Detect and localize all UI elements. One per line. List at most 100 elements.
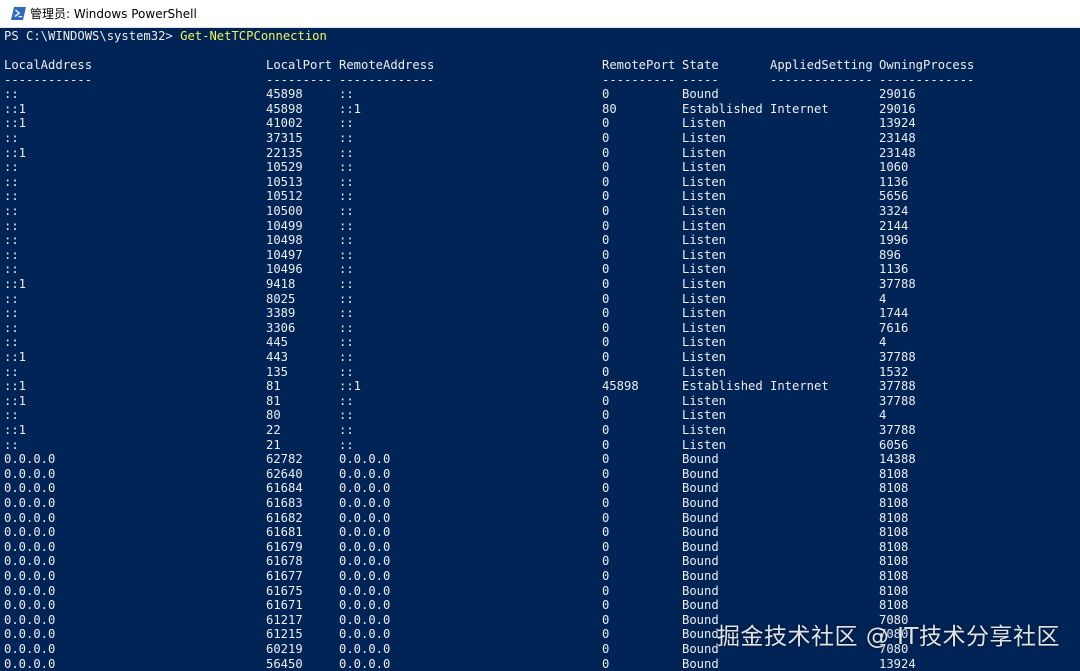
state-cell: Bound: [682, 656, 719, 671]
owning-process-cell: 1744: [879, 306, 909, 321]
local-port-cell: 61217: [266, 612, 303, 627]
remote-address-cell: 0.0.0.0: [339, 554, 391, 569]
owning-process-cell: 13924: [879, 116, 916, 131]
owning-process-cell: 14388: [879, 452, 916, 467]
remote-port-cell: 0: [602, 569, 610, 583]
remote-address-cell: ::: [339, 262, 354, 277]
state-cell: Listen: [682, 423, 727, 437]
remote-address-cell: 0.0.0.0: [339, 525, 391, 540]
local-port-cell: 62782: [266, 452, 303, 467]
state-cell: Listen: [682, 160, 727, 175]
state-cell: Listen: [682, 247, 727, 262]
remote-address-cell: 0.0.0.0: [339, 627, 391, 642]
remote-address-cell: ::: [339, 291, 354, 306]
state-cell: Bound: [682, 481, 719, 496]
owning-process-cell: 4: [879, 408, 887, 423]
state-cell: Listen: [682, 262, 727, 277]
local-port-cell: 61671: [266, 598, 303, 613]
state-cell: Bound: [682, 612, 719, 627]
local-port-cell: 445: [266, 335, 289, 350]
remote-address-cell: 0.0.0.0: [339, 656, 391, 671]
local-address-cell: ::1: [4, 423, 27, 437]
local-address-cell: ::1: [4, 116, 27, 131]
local-address-cell: ::: [4, 335, 19, 350]
remote-port-cell: 0: [602, 350, 610, 364]
state-cell: Listen: [682, 174, 727, 189]
remote-address-cell: ::: [339, 393, 354, 408]
local-address-cell: ::: [4, 204, 19, 218]
remote-port-cell: 0: [602, 145, 610, 160]
local-port-cell: 135: [266, 364, 289, 379]
remote-address-cell: ::: [339, 364, 354, 379]
console-output[interactable]: PS C:\WINDOWS\system32> Get-NetTCPConnec…: [0, 29, 1080, 671]
local-port-cell: 60219: [266, 642, 303, 656]
remote-port-cell: 0: [602, 160, 610, 175]
owning-process-cell: 23148: [879, 145, 916, 160]
remote-port-cell: 0: [602, 233, 610, 248]
state-cell: Listen: [682, 189, 727, 204]
local-port-cell: 37315: [266, 131, 303, 145]
local-address-cell: ::: [4, 160, 19, 175]
state-cell: Listen: [682, 131, 727, 145]
local-address-cell: 0.0.0.0: [4, 554, 56, 569]
local-address-cell: ::: [4, 437, 19, 452]
local-address-cell: 0.0.0.0: [4, 539, 56, 554]
state-cell: Listen: [682, 291, 727, 306]
owning-process-cell: -------------: [879, 72, 975, 87]
state-cell: Listen: [682, 116, 727, 131]
local-port-cell: 3389: [266, 306, 296, 321]
owning-process-cell: 8108: [879, 598, 909, 613]
remote-port-cell: ----------: [602, 72, 676, 87]
local-address-cell: ::1: [4, 379, 27, 394]
owning-process-cell: 37788: [879, 350, 916, 364]
remote-port-cell: 0: [602, 423, 610, 437]
remote-port-cell: 0: [602, 204, 610, 218]
remote-address-cell: 0.0.0.0: [339, 569, 391, 583]
remote-address-cell: ::: [339, 189, 354, 204]
local-address-cell: ::: [4, 131, 19, 145]
state-cell: Bound: [682, 554, 719, 569]
local-address-cell: ------------: [4, 72, 93, 87]
remote-address-cell: ::: [339, 247, 354, 262]
local-port-cell: LocalPort: [266, 58, 333, 72]
owning-process-cell: 896: [879, 247, 902, 262]
owning-process-cell: 13924: [879, 656, 916, 671]
remote-address-cell: ::: [339, 437, 354, 452]
local-port-cell: 22: [266, 423, 281, 437]
owning-process-cell: 3324: [879, 204, 909, 218]
owning-process-cell: 8108: [879, 554, 909, 569]
local-port-cell: 10497: [266, 247, 303, 262]
remote-address-cell: 0.0.0.0: [339, 539, 391, 554]
remote-address-cell: ::1: [339, 101, 362, 116]
local-address-cell: ::1: [4, 350, 27, 364]
state-cell: -----: [682, 72, 719, 87]
remote-address-cell: ::1: [339, 379, 362, 394]
owning-process-cell: 8108: [879, 583, 909, 598]
remote-port-cell: 0: [602, 218, 610, 233]
local-address-cell: ::: [4, 247, 19, 262]
remote-address-cell: 0.0.0.0: [339, 452, 391, 467]
owning-process-cell: 8108: [879, 569, 909, 583]
title-bar[interactable]: 管理员: Windows PowerShell: [0, 0, 1080, 28]
state-cell: Listen: [682, 364, 727, 379]
powershell-icon: [11, 6, 26, 21]
state-cell: Bound: [682, 627, 719, 642]
local-address-cell: 0.0.0.0: [4, 481, 56, 496]
state-cell: Established: [682, 379, 763, 394]
remote-address-cell: ::: [339, 423, 354, 437]
local-port-cell: 45898: [266, 87, 303, 102]
owning-process-cell: OwningProcess: [879, 58, 975, 72]
owning-process-cell: 37788: [879, 277, 916, 291]
state-cell: Bound: [682, 539, 719, 554]
remote-port-cell: 0: [602, 496, 610, 510]
local-port-cell: 80: [266, 408, 281, 423]
state-cell: Bound: [682, 598, 719, 613]
owning-process-cell: 1136: [879, 174, 909, 189]
local-port-cell: 61678: [266, 554, 303, 569]
remote-address-cell: ::: [339, 87, 354, 102]
remote-address-cell: ::: [339, 306, 354, 321]
local-port-cell: 10513: [266, 174, 303, 189]
remote-address-cell: 0.0.0.0: [339, 510, 391, 525]
owning-process-cell: 4: [879, 335, 887, 350]
state-cell: Listen: [682, 408, 727, 423]
